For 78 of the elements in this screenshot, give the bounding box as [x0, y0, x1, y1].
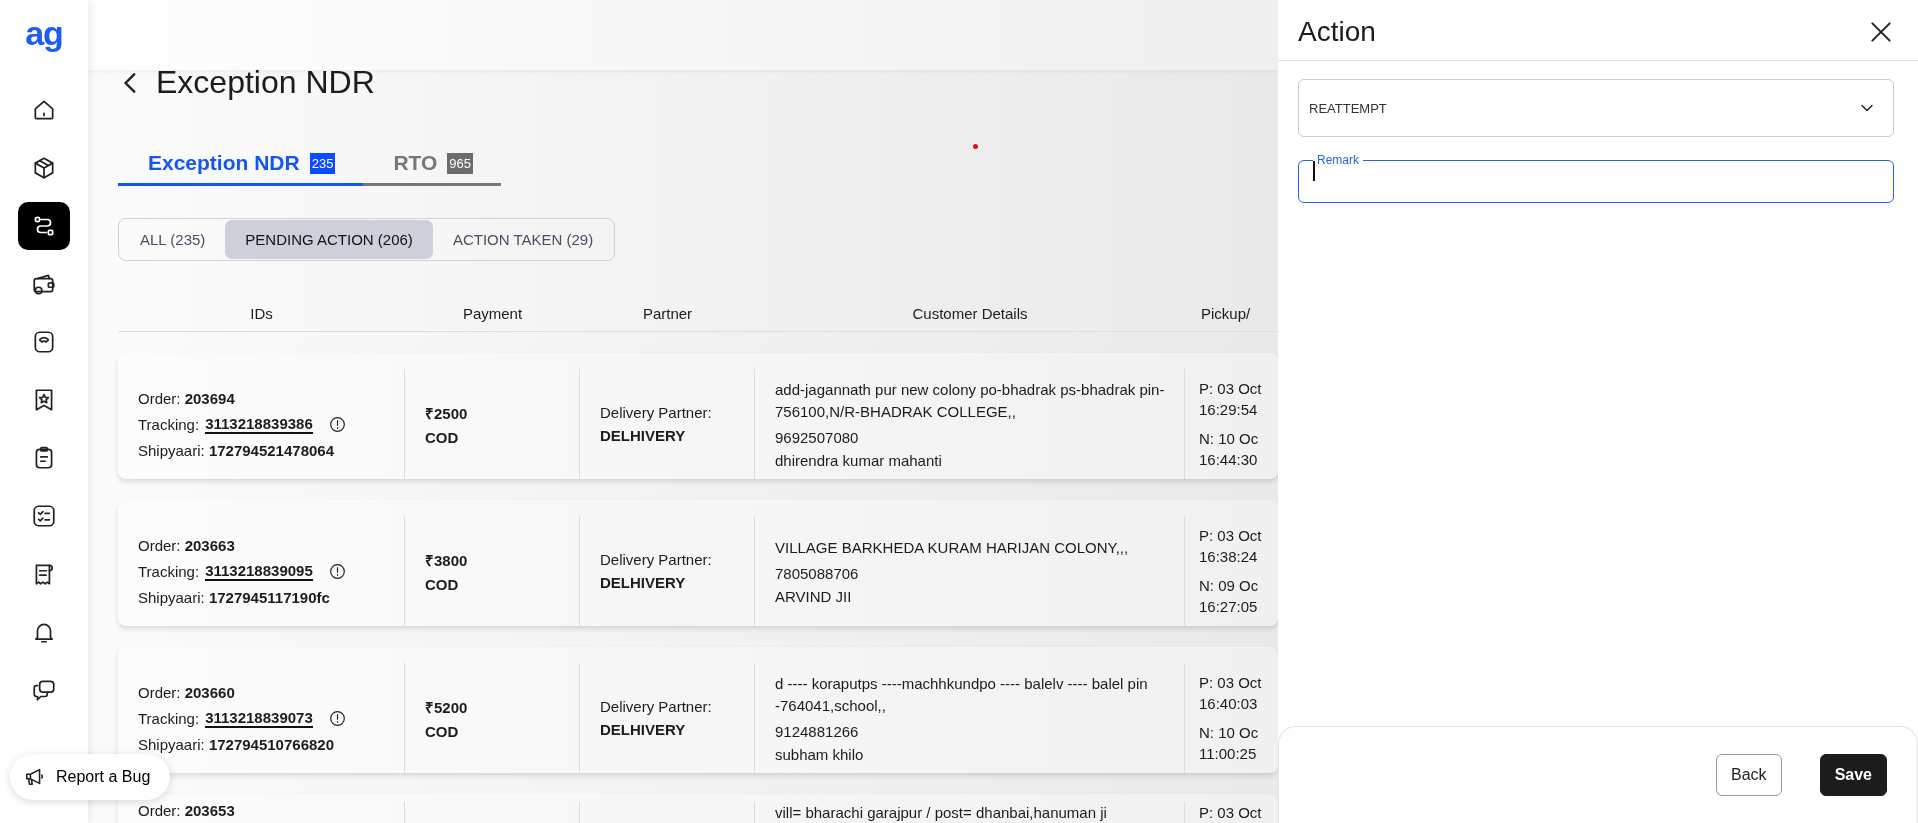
- ndr-date: N: 09 Oc 16:27:05: [1199, 576, 1260, 617]
- megaphone-icon: [24, 766, 46, 788]
- partner-name: DELHIVERY: [600, 574, 687, 591]
- partner-label: Delivery Partner:: [600, 404, 713, 421]
- action-dropdown[interactable]: REATTEMPT: [1298, 79, 1894, 137]
- tracking-link[interactable]: 3113218839095: [205, 561, 313, 581]
- info-icon[interactable]: [328, 709, 346, 727]
- filter-button[interactable]: PENDING ACTION (206): [225, 220, 433, 259]
- wallet-icon: [31, 271, 57, 297]
- filter-button[interactable]: ACTION TAKEN (29): [432, 220, 614, 259]
- logo[interactable]: ag: [25, 16, 63, 50]
- box-icon: [31, 155, 57, 181]
- shipyaari-id: Shipyaari: 1727945117190fc: [138, 588, 330, 606]
- partner-label: Delivery Partner:: [600, 551, 713, 568]
- column-header: Partner: [641, 304, 694, 324]
- report-bug-button[interactable]: Report a Bug: [10, 754, 171, 800]
- column-header: Customer Details: [911, 304, 1029, 324]
- column-header: Pickup/: [1200, 304, 1252, 324]
- customer-address: VILLAGE BARKHEDA KURAM HARIJAN COLONY,,,: [775, 538, 1130, 559]
- indicator-dot: [973, 144, 978, 149]
- chat-icon: [31, 677, 57, 703]
- pickup-date: P: 03 Oct 16:29:54: [1199, 379, 1263, 420]
- customer-address: add-jagannath pur new colony po-bhadrak ps-bhadrak pin-756100,N/R-BHADRAK COLLEGE,,: [775, 380, 1166, 422]
- order-id: Order: 203694: [138, 389, 235, 407]
- info-icon[interactable]: [328, 415, 346, 433]
- order-id: Order: 203660: [138, 683, 235, 701]
- remark-field[interactable]: Remark: [1298, 153, 1894, 203]
- partner-label: Delivery Partner:: [600, 698, 713, 715]
- ndr-date: N: 10 Oc 11:00:25: [1199, 723, 1260, 764]
- column-header: IDs: [249, 304, 274, 324]
- tracking-label: Tracking:: [138, 709, 200, 727]
- tab[interactable]: Exception NDR 235: [118, 151, 364, 186]
- page-title: Exception NDR: [156, 64, 375, 101]
- text-cursor: [1313, 161, 1315, 181]
- tracking-link[interactable]: 3113218839386: [205, 414, 313, 434]
- route-icon: [31, 213, 57, 239]
- customer-address: vill= bharachi garajpur / post= dhanbai,hanuman ji: [775, 803, 1108, 823]
- ndr-date: N: 10 Oc 16:44:30: [1199, 429, 1260, 470]
- customer-address: d ---- koraputps ----machhkundpo ---- balelv ---- balel pin -764041,school,,: [775, 674, 1149, 716]
- order-id: Order: 203663: [138, 536, 235, 554]
- shipyaari-id: Shipyaari: 172794521478064: [138, 441, 334, 459]
- customer-phone: 9692507080: [775, 428, 860, 446]
- close-icon[interactable]: [1868, 19, 1894, 45]
- payment-mode: COD: [425, 428, 460, 446]
- order-id: Order: 203653: [138, 802, 235, 819]
- amount: ₹2500: [425, 403, 469, 423]
- sidebar-item[interactable]: [18, 202, 70, 250]
- column-header: Payment: [461, 304, 524, 324]
- customer-phone: 7805088706: [775, 564, 860, 582]
- customer-name: ARVIND JII: [775, 587, 853, 605]
- filter-button[interactable]: ALL (235): [120, 220, 226, 259]
- customer-phone: 9124881266: [775, 722, 860, 740]
- panel-title: Action: [1298, 16, 1376, 48]
- payment-mode: COD: [425, 575, 460, 593]
- shipyaari-id: Shipyaari: 172794510766820: [138, 735, 334, 753]
- back-button[interactable]: Back: [1716, 754, 1782, 796]
- save-button[interactable]: Save: [1819, 754, 1887, 796]
- info-icon[interactable]: [328, 562, 346, 580]
- tab-label: RTO: [393, 151, 438, 175]
- count-badge: 235: [309, 152, 336, 174]
- tracking-label: Tracking:: [138, 415, 200, 433]
- scale-icon: [31, 329, 57, 355]
- customer-name: dhirendra kumar mahanti: [775, 451, 943, 469]
- checklist-icon: [31, 503, 57, 529]
- amount: ₹3800: [425, 550, 469, 570]
- pickup-date: P: 03 Oct 16:38:24: [1199, 526, 1263, 567]
- partner-name: DELHIVERY: [600, 427, 687, 444]
- tracking-label: Tracking:: [138, 562, 200, 580]
- payment-mode: COD: [425, 722, 460, 740]
- amount: ₹5200: [425, 697, 469, 717]
- partner-name: DELHIVERY: [600, 721, 687, 738]
- tab[interactable]: RTO 965: [363, 151, 502, 186]
- customer-name: subham khilo: [775, 745, 865, 763]
- pickup-date: P: 03 Oct 16:40:03: [1199, 673, 1263, 714]
- pickup-date: P: 03 Oct: [1199, 803, 1263, 823]
- count-badge: 965: [447, 152, 474, 174]
- tab-label: Exception NDR: [148, 151, 300, 175]
- tracking-link[interactable]: 3113218839073: [205, 708, 313, 728]
